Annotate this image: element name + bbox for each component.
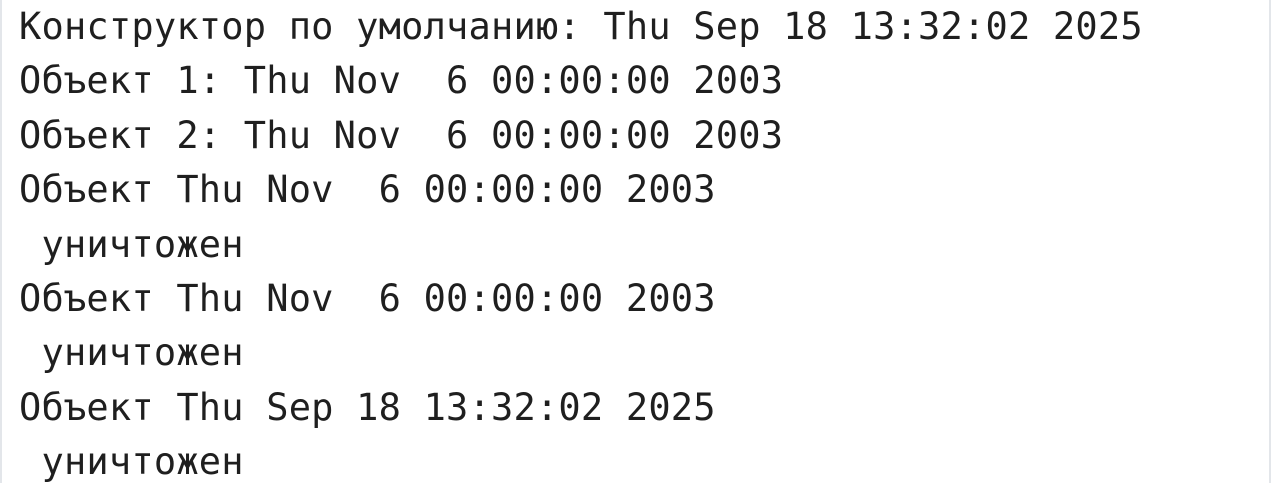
console-line: Объект 1: Thu Nov 6 00:00:00 2003 <box>19 59 784 103</box>
console-line: Объект Thu Sep 18 13:32:02 2025 <box>19 385 716 429</box>
console-line: уничтожен <box>19 440 244 483</box>
console-line: уничтожен <box>19 331 244 375</box>
console-line: Конструктор по умолчанию: Thu Sep 18 13:… <box>19 5 1143 48</box>
console-line: Объект 2: Thu Nov 6 00:00:00 2003 <box>19 113 784 157</box>
console-output-text: Конструктор по умолчанию: Thu Sep 18 13:… <box>19 0 1143 483</box>
console-line: Объект Thu Nov 6 00:00:00 2003 <box>19 168 716 212</box>
console-line: Объект Thu Nov 6 00:00:00 2003 <box>19 276 716 320</box>
console-output-panel: Конструктор по умолчанию: Thu Sep 18 13:… <box>0 0 1271 483</box>
console-line: уничтожен <box>19 222 244 266</box>
